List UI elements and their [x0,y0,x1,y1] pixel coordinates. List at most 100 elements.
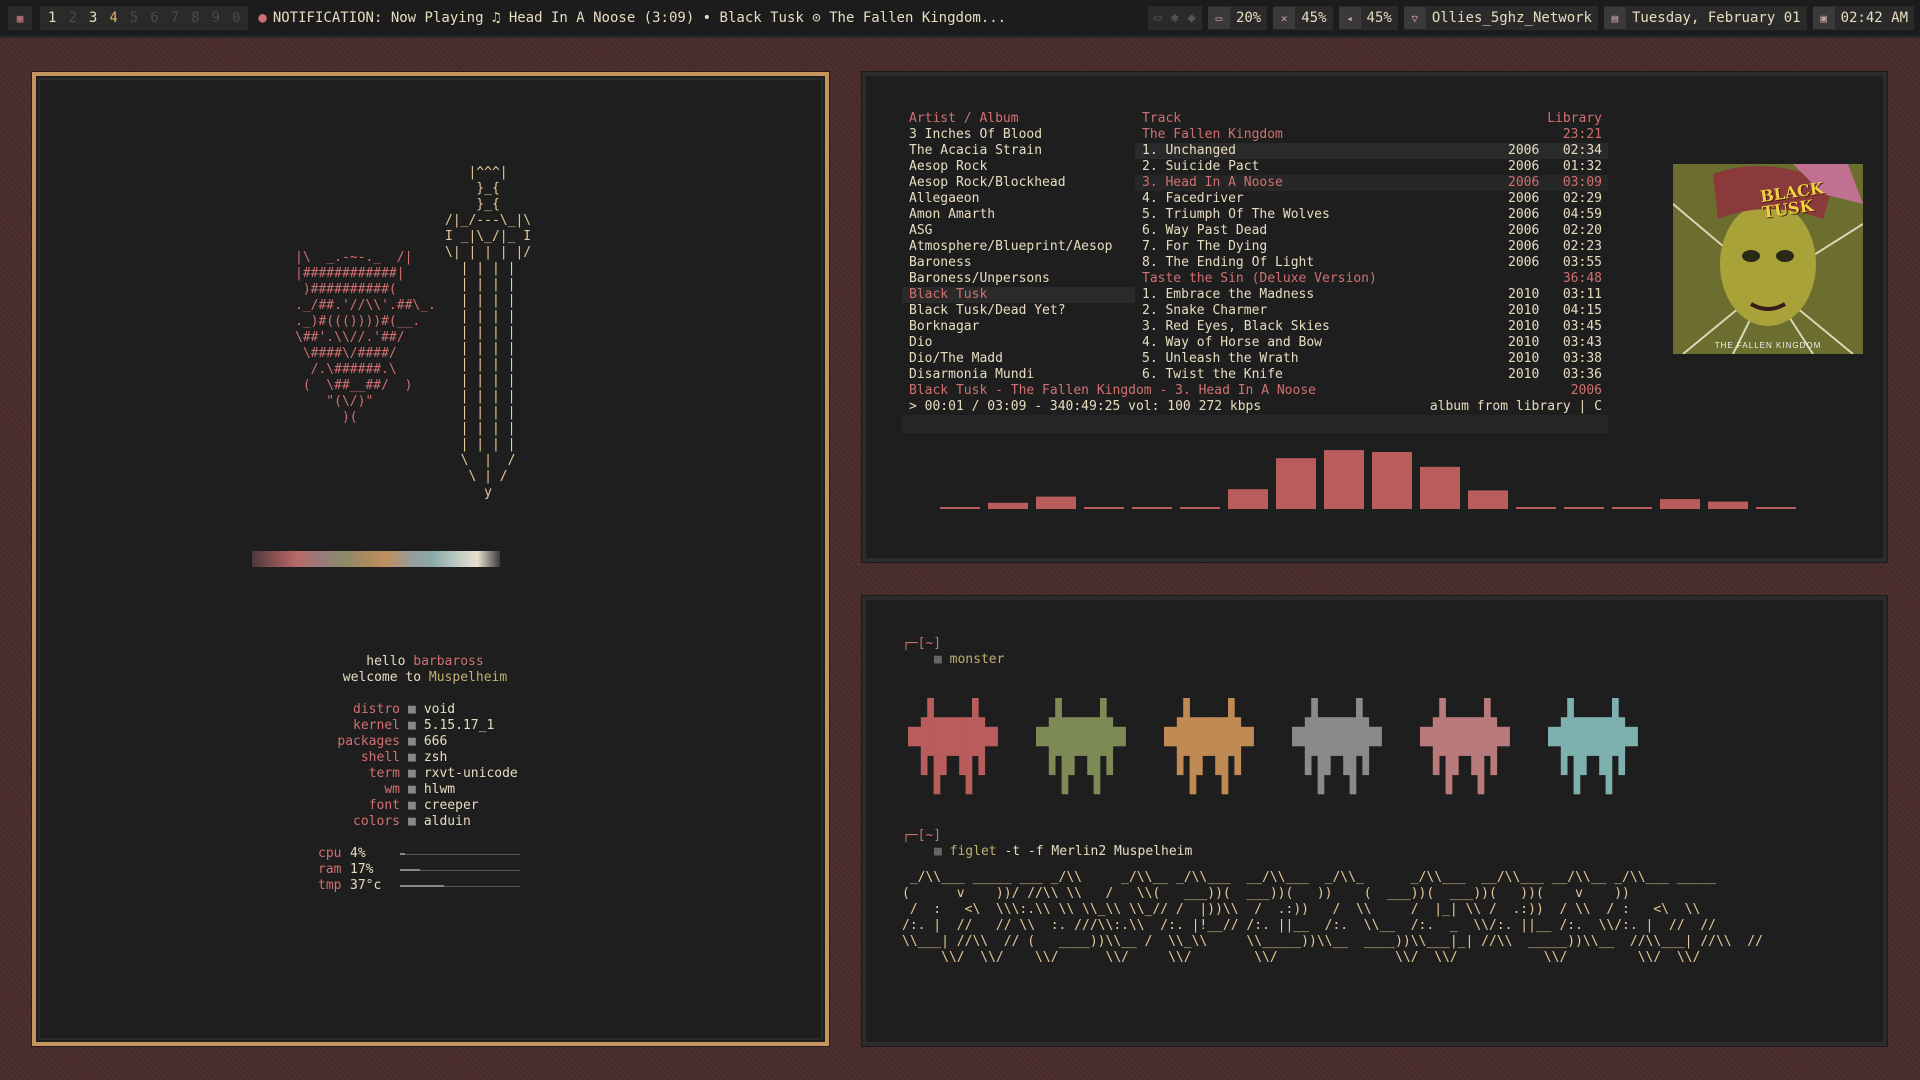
greeting-text: hello [366,654,406,669]
workspace-5[interactable]: 5 [124,10,144,26]
brightness-indicator[interactable]: ✕ 45% [1273,6,1333,30]
meter-row: cpu 4% [318,846,520,862]
artist-item[interactable]: Atmosphere/Blueprint/Aesop [902,239,1135,255]
track-duration: 02:29 [1562,191,1602,206]
artist-item[interactable]: Baroness/Unpersons [902,271,1135,287]
track-row[interactable]: 4. Way of Horse and Bow 2010 03:43 [1135,335,1608,351]
bluetooth-icon[interactable]: ✱ [1171,10,1179,26]
workspace-8[interactable]: 8 [185,10,205,26]
album-header[interactable]: Taste the Sin (Deluxe Version) 36:48 [1135,271,1608,287]
artist-item[interactable]: Aesop Rock/Blockhead [902,175,1135,191]
shield-icon[interactable]: ◆ [1188,10,1196,26]
clock-icon: ▣ [1812,7,1835,29]
welcome-text: welcome to [342,670,422,685]
meter-fill [400,852,405,855]
visualizer-bar [988,502,1028,509]
progress-line: > 00:01 / 03:09 - 340:49:25 vol: 100 272… [902,399,1608,415]
artist-item[interactable]: Black Tusk/Dead Yet? [902,303,1135,319]
track-duration: 03:38 [1562,351,1602,366]
track-row[interactable]: 5. Unleash the Wrath 2010 03:38 [1135,351,1608,367]
info-row: kernel ■ 5.15.17_1 [250,718,518,734]
shell-terminal-window[interactable] [862,596,1887,1046]
username: barbaross [413,654,484,669]
workspace-1[interactable]: 1 [42,10,62,26]
visualizer-bar [1420,466,1460,509]
prompt-glyph-icon: ■ [934,844,942,859]
volume-indicator[interactable]: ◂ 45% [1338,6,1398,30]
artist-item[interactable]: 3 Inches Of Blood [902,127,1135,143]
track-duration: 02:20 [1562,223,1602,238]
artist-item[interactable]: Baroness [902,255,1135,271]
monster-sprite [1036,698,1164,798]
audio-visualizer [940,450,1796,509]
menu-icon[interactable]: ▦ [8,6,32,30]
workspace-2[interactable]: 2 [62,10,82,26]
track-duration: 03:11 [1562,287,1602,302]
album-header[interactable]: The Fallen Kingdom 23:21 [1135,127,1608,143]
artist-item[interactable]: Black Tusk [902,287,1135,303]
monster-icon [908,698,998,795]
track-row[interactable]: 3. Head In A Noose 2006 03:09 [1135,175,1608,191]
track-row[interactable]: 3. Red Eyes, Black Skies 2010 03:45 [1135,319,1608,335]
date-indicator[interactable]: ▤ Tuesday, February 01 [1603,6,1807,30]
network-indicator[interactable]: ▽ Ollies_5ghz_Network [1403,6,1598,30]
artist-item[interactable]: Borknagar [902,319,1135,335]
artist-item[interactable]: Dio/The Madd [902,351,1135,367]
artist-item[interactable]: Amon Amarth [902,207,1135,223]
now-playing-year: 2006 [1570,383,1602,398]
workspace-4[interactable]: 4 [103,10,123,26]
ascii-heart-art: |\ _.-~-._ /| |############| )##########… [295,250,436,425]
track-name: 5. Triumph Of The Wolves [1142,207,1330,222]
track-year: 2006 [1508,191,1540,206]
track-row[interactable]: 2. Snake Charmer 2010 04:15 [1135,303,1608,319]
artist-item[interactable]: The Acacia Strain [902,143,1135,159]
track-row[interactable]: 4. Facedriver 2006 02:29 [1135,191,1608,207]
workspace-7[interactable]: 7 [165,10,185,26]
battery-indicator[interactable]: ▭ 20% [1207,6,1268,30]
track-duration: 03:55 [1562,255,1602,270]
track-row[interactable]: 8. The Ending Of Light 2006 03:55 [1135,255,1608,271]
info-row: term ■ rxvt-unicode [250,766,518,782]
command-line[interactable] [902,415,1608,433]
track-year: 2010 [1508,335,1540,350]
track-year: 2006 [1508,175,1540,190]
header-track[interactable]: Track [1135,111,1547,127]
track-row[interactable]: 2. Suicide Pact 2006 01:32 [1135,159,1608,175]
info-value: alduin [423,814,471,829]
monitor-icon[interactable]: ▭ [1154,10,1162,26]
track-name: 3. Head In A Noose [1142,175,1283,190]
header-artist-album[interactable]: Artist / Album [902,111,1135,127]
track-row[interactable]: 6. Twist the Knife 2010 03:36 [1135,367,1608,383]
visualizer-bar [940,507,980,509]
track-name: 8. The Ending Of Light [1142,255,1315,270]
info-separator-icon: ■ [408,702,416,717]
monster-icon [1420,698,1510,795]
workspace-9[interactable]: 9 [206,10,226,26]
track-row[interactable]: 1. Unchanged 2006 02:34 [1135,143,1608,159]
command-text: figlet [949,844,997,859]
calendar-icon: ▤ [1603,7,1626,29]
track-row[interactable]: 1. Embrace the Madness 2010 03:11 [1135,287,1608,303]
prompt-dir: [~] [917,828,942,843]
visualizer-bar [1036,496,1076,509]
artist-item[interactable]: ASG [902,223,1135,239]
info-key: shell [360,750,400,765]
track-row[interactable]: 7. For The Dying 2006 02:23 [1135,239,1608,255]
track-row[interactable]: 6. Way Past Dead 2006 02:20 [1135,223,1608,239]
track-row[interactable]: 5. Triumph Of The Wolves 2006 04:59 [1135,207,1608,223]
header-library[interactable]: Library [1547,111,1608,127]
battery-icon: ▭ [1207,7,1230,29]
artist-item[interactable]: Disarmonia Mundi [902,367,1135,383]
workspace-0[interactable]: 0 [226,10,246,26]
artist-item[interactable]: Dio [902,335,1135,351]
artist-item[interactable]: Allegaeon [902,191,1135,207]
album-cover: BLACK TUSK THE FALLEN KINGDOM [1673,164,1863,354]
info-separator-icon: ■ [408,766,416,781]
clock-indicator[interactable]: ▣ 02:42 AM [1812,6,1914,30]
workspace-6[interactable]: 6 [144,10,164,26]
workspace-3[interactable]: 3 [83,10,103,26]
playback-mode: album from library | C [1429,399,1602,414]
artist-item[interactable]: Aesop Rock [902,159,1135,175]
system-info: distro ■ void kernel ■ 5.15.17_1 packages ■ 666 s… [250,702,518,830]
brightness-icon: ✕ [1273,7,1296,29]
